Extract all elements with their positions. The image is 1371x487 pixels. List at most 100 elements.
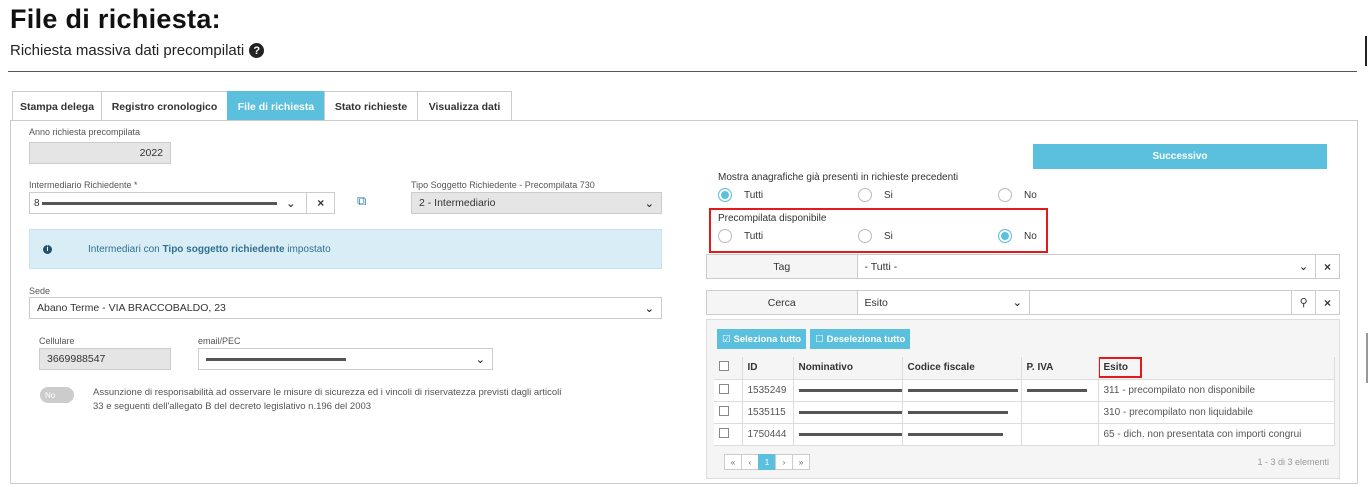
radio-button[interactable]: [718, 229, 732, 243]
table-header-row: ID Nominativo Codice fiscale P. IVA Esit…: [714, 357, 1335, 380]
chevron-down-icon: ⌄: [1012, 297, 1022, 309]
col-piva[interactable]: P. IVA: [1021, 357, 1099, 380]
subtitle-text: Richiesta massiva dati precompilati: [10, 42, 245, 59]
radio-button[interactable]: [858, 188, 872, 202]
radio-precompilata-no[interactable]: No: [998, 229, 1037, 243]
chevron-down-icon: ⌄: [286, 197, 296, 210]
col-codice-fiscale[interactable]: Codice fiscale: [902, 357, 1022, 380]
tab-bar: Stampa delega Registro cronologico File …: [12, 91, 512, 121]
window-edge: [1365, 36, 1367, 66]
external-link-icon[interactable]: ⧉: [357, 193, 366, 209]
tag-select[interactable]: - Tutti - ⌄: [856, 255, 1316, 278]
sede-select[interactable]: Abano Terme - VIA BRACCOBALDO, 23 ⌄: [29, 297, 662, 319]
scrollbar-thumb[interactable]: [1366, 333, 1368, 383]
tab-file-di-richiesta[interactable]: File di richiesta: [227, 91, 325, 121]
cellulare-field[interactable]: 3669988547: [39, 348, 171, 370]
radio-mostra-tutti[interactable]: Tutti: [718, 188, 763, 202]
redacted-codice-fiscale: [907, 410, 1008, 414]
consent-toggle[interactable]: No: [40, 387, 74, 403]
cell-nominativo: [793, 379, 903, 402]
tab-registro-cronologico[interactable]: Registro cronologico: [101, 91, 228, 121]
tab-visualizza-dati[interactable]: Visualizza dati: [417, 91, 512, 121]
radio-button[interactable]: [858, 229, 872, 243]
next-page-button[interactable]: ›: [775, 454, 793, 470]
email-label: email/PEC: [198, 336, 241, 346]
radio-precompilata-si[interactable]: Si: [858, 229, 893, 243]
sede-label: Sede: [29, 286, 51, 296]
tag-filter: Tag - Tutti - ⌄ ×: [706, 254, 1340, 279]
col-id[interactable]: ID: [742, 357, 794, 380]
radio-label: Si: [884, 230, 893, 242]
cell-piva: [1021, 423, 1099, 446]
select-all-button[interactable]: ☑ Seleziona tutto: [717, 329, 807, 349]
info-icon: i: [43, 244, 52, 254]
anno-value: 2022: [139, 147, 163, 159]
help-icon[interactable]: ?: [249, 43, 265, 58]
redacted-codice-fiscale: [907, 432, 1003, 436]
title-divider: [8, 71, 1357, 72]
cell-esito: 311 - precompilato non disponibile: [1098, 379, 1335, 402]
deselect-all-button[interactable]: ☐ Deseleziona tutto: [810, 329, 911, 349]
radio-button[interactable]: [718, 188, 732, 202]
radio-label: Si: [884, 189, 893, 201]
email-select[interactable]: ⌄: [198, 348, 493, 370]
cell-id: 1750444: [742, 423, 794, 446]
tag-value: - Tutti -: [864, 260, 898, 273]
header-checkbox[interactable]: [714, 357, 743, 380]
page-1-button[interactable]: 1: [758, 454, 776, 470]
page-title: File di richiesta:: [10, 4, 221, 34]
table-row[interactable]: 1535115 310 - precompilato non liquidabi…: [714, 401, 1335, 424]
chevron-down-icon: ⌄: [1298, 261, 1309, 273]
deselect-all-label: Deseleziona tutto: [826, 333, 906, 345]
cell-id: 1535249: [742, 379, 794, 402]
tab-stampa-delega[interactable]: Stampa delega: [12, 91, 102, 121]
checkbox[interactable]: [719, 383, 729, 394]
cell-codice-fiscale: [902, 379, 1022, 402]
selection-toolbar: ☑ Seleziona tutto ☐ Deseleziona tutto: [717, 329, 1339, 349]
cell-id: 1535115: [742, 401, 794, 424]
row-checkbox[interactable]: [714, 379, 743, 402]
prev-page-button[interactable]: ‹: [741, 454, 759, 470]
tab-stato-richieste[interactable]: Stato richieste: [324, 91, 418, 121]
info-bold: Tipo soggetto richiedente: [162, 243, 285, 255]
redacted-intermediario: [41, 201, 278, 205]
radio-button[interactable]: [998, 188, 1012, 202]
tag-clear-icon[interactable]: ×: [1315, 255, 1339, 278]
cerca-input[interactable]: [1028, 291, 1292, 314]
checkbox[interactable]: [719, 427, 729, 438]
col-nominativo[interactable]: Nominativo: [793, 357, 903, 380]
first-page-button[interactable]: «: [724, 454, 742, 470]
search-icon[interactable]: ⚲: [1291, 291, 1316, 314]
results-table: ID Nominativo Codice fiscale P. IVA Esit…: [714, 357, 1335, 446]
row-checkbox[interactable]: [714, 401, 743, 424]
col-esito[interactable]: Esito: [1098, 357, 1335, 380]
redacted-nominativo: [798, 410, 901, 414]
pagination: « ‹ 1 › »: [724, 454, 810, 470]
checkbox[interactable]: [719, 361, 729, 372]
checkbox[interactable]: [719, 405, 729, 416]
cerca-field-select[interactable]: Esito ⌄: [856, 291, 1029, 314]
radio-button[interactable]: [998, 229, 1012, 243]
anno-label: Anno richiesta precompilata: [29, 127, 141, 137]
tag-label: Tag: [773, 260, 791, 273]
successivo-button[interactable]: Successivo: [1033, 144, 1327, 169]
table-row[interactable]: 1750444 65 - dich. non presentata con im…: [714, 423, 1335, 446]
radio-label: Tutti: [744, 189, 764, 201]
consent-text: Assunzione di responsabilità ad osservar…: [93, 386, 561, 414]
pagination-summary: 1 - 3 di 3 elementi: [1257, 457, 1329, 467]
clear-icon[interactable]: ×: [306, 193, 334, 213]
last-page-button[interactable]: »: [792, 454, 810, 470]
radio-mostra-no[interactable]: No: [998, 188, 1037, 202]
consent-line-1: Assunzione di responsabilità ad osservar…: [93, 387, 562, 398]
radio-precompilata-tutti[interactable]: Tutti: [718, 229, 763, 243]
cell-esito: 310 - precompilato non liquidabile: [1098, 401, 1335, 424]
cerca-clear-icon[interactable]: ×: [1315, 291, 1339, 314]
intermediario-select[interactable]: 8 ⌄ ×: [29, 192, 335, 214]
tipo-label: Tipo Soggetto Richiedente - Precompilata…: [411, 180, 595, 190]
toggle-label: No: [45, 390, 56, 400]
radio-mostra-si[interactable]: Si: [858, 188, 893, 202]
table-row[interactable]: 1535249 311 - precompilato non disponibi…: [714, 379, 1335, 402]
row-checkbox[interactable]: [714, 423, 743, 446]
redacted-nominativo: [798, 388, 901, 392]
tipo-select[interactable]: 2 - Intermediario ⌄: [411, 192, 662, 214]
